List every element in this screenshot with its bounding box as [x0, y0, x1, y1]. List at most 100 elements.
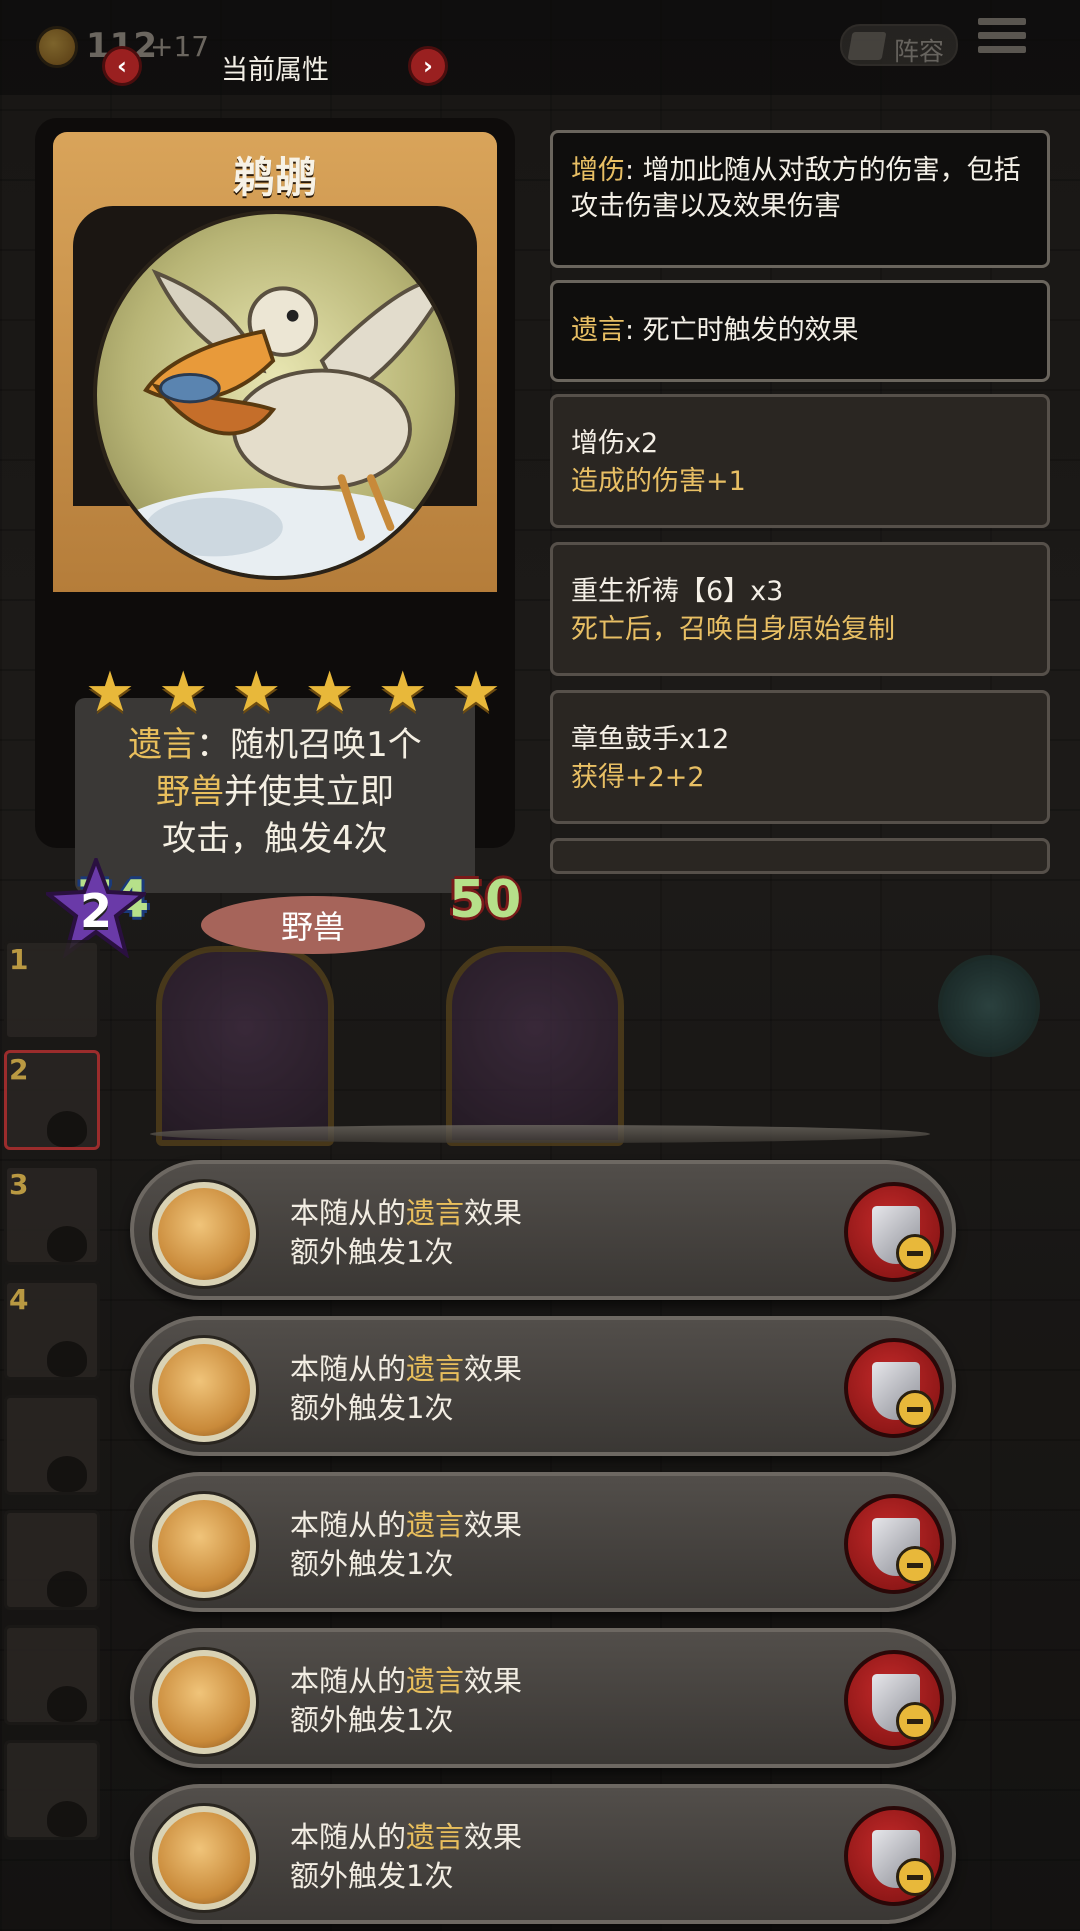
- skull-medal-icon: [152, 1338, 256, 1442]
- remove-effect-button[interactable]: [844, 1182, 944, 1282]
- star-icon: ★: [304, 660, 355, 725]
- roster-slot[interactable]: [4, 1510, 100, 1610]
- prev-button[interactable]: ‹: [102, 46, 142, 86]
- effect-text: 本随从的遗言效果 额外触发1次: [290, 1350, 522, 1428]
- roster-number: 1: [9, 943, 29, 976]
- minus-icon: [896, 1546, 934, 1584]
- effect-text-part: 本随从的: [290, 1664, 407, 1698]
- buff-title: 章鱼鼓手x12: [571, 724, 730, 755]
- effect-line2: 额外触发1次: [290, 1859, 454, 1893]
- buff-panel: 增伤x2 造成的伤害+1: [550, 394, 1050, 528]
- skull-icon: [47, 1801, 87, 1837]
- buff-panel: 章鱼鼓手x12 获得+2+2: [550, 690, 1050, 824]
- effect-keyword: 遗言: [406, 1196, 465, 1230]
- desc-text: ：随机召唤1个: [196, 725, 422, 765]
- keyword-panel: 遗言: 死亡时触发的效果: [550, 280, 1050, 382]
- tribe-label: 野兽: [201, 896, 425, 954]
- effect-list-top-edge: [150, 1125, 930, 1143]
- effect-text-part: 效果: [464, 1820, 523, 1854]
- effect-text: 本随从的遗言效果 额外触发1次: [290, 1194, 522, 1272]
- menu-icon[interactable]: [978, 18, 1026, 62]
- buff-title: 重生祈祷【6】x3: [571, 576, 784, 607]
- effect-text-part: 效果: [464, 1196, 523, 1230]
- buff-desc: 死亡后，召唤自身原始复制: [571, 614, 895, 645]
- effect-text-part: 效果: [464, 1508, 523, 1542]
- star-icon: ★: [84, 660, 136, 725]
- pelican-portrait: [93, 210, 459, 580]
- remove-effect-button[interactable]: [844, 1650, 944, 1750]
- effect-text-part: 本随从的: [290, 1508, 407, 1542]
- effect-keyword: 遗言: [406, 1352, 465, 1386]
- health-value: 50: [449, 870, 522, 930]
- effect-text: 本随从的遗言效果 额外触发1次: [290, 1662, 522, 1740]
- minion-card: 鹈鹕 ★ ★ ★ ★ ★ ★ 遗言：随机召唤1个 野兽并使其立即 攻击，触发4次…: [35, 118, 521, 954]
- effect-line2: 额外触发1次: [290, 1703, 454, 1737]
- minus-icon: [896, 1390, 934, 1428]
- next-button[interactable]: ›: [408, 46, 448, 86]
- roster-slot[interactable]: 2: [4, 1050, 100, 1150]
- keyword-name: 增伤: [571, 155, 625, 186]
- roster-slot[interactable]: [4, 1625, 100, 1725]
- minus-icon: [896, 1858, 934, 1896]
- buff-title: 增伤x2: [571, 428, 659, 459]
- skull-icon: [47, 1571, 87, 1607]
- star-icon: ★: [231, 660, 282, 725]
- effect-text-part: 本随从的: [290, 1196, 407, 1230]
- remove-effect-button[interactable]: [844, 1494, 944, 1594]
- effect-line2: 额外触发1次: [290, 1391, 454, 1425]
- skull-icon: [47, 1341, 87, 1377]
- minus-icon: [896, 1234, 934, 1272]
- effect-keyword: 遗言: [406, 1508, 465, 1542]
- lineup-button[interactable]: 阵容: [840, 24, 958, 66]
- desc-text: 攻击，触发4次: [162, 819, 388, 859]
- keyword-panel: 增伤: 增加此随从对敌方的伤害，包括攻击伤害以及效果伤害: [550, 130, 1050, 268]
- keyword-text: : 增加此随从对敌方的伤害，包括攻击伤害以及效果伤害: [571, 155, 1021, 222]
- lineup-label: 阵容: [894, 37, 945, 66]
- roster-slot[interactable]: 4: [4, 1280, 100, 1380]
- coin-icon: [36, 26, 78, 68]
- effect-row: 本随从的遗言效果 额外触发1次: [130, 1472, 956, 1612]
- minus-icon: [896, 1702, 934, 1740]
- effect-line2: 额外触发1次: [290, 1235, 454, 1269]
- star-rating: ★ ★ ★ ★ ★ ★: [83, 660, 503, 725]
- buff-desc: 造成的伤害+1: [571, 466, 746, 497]
- pelican-illustration: [109, 269, 452, 576]
- remove-effect-button[interactable]: [844, 1806, 944, 1906]
- roster-slot[interactable]: [4, 1740, 100, 1840]
- skull-medal-icon: [152, 1806, 256, 1910]
- effect-text-part: 效果: [464, 1352, 523, 1386]
- desc-text: 并使其立即: [224, 772, 394, 812]
- effect-row: 本随从的遗言效果 额外触发1次: [130, 1784, 956, 1924]
- desc-keyword: 遗言: [128, 725, 197, 765]
- star-icon: ★: [377, 660, 428, 725]
- roster-slot[interactable]: [4, 1395, 100, 1495]
- card-name: 鹈鹕: [232, 153, 317, 202]
- roster-number: 3: [9, 1168, 29, 1201]
- roster-slot[interactable]: 3: [4, 1165, 100, 1265]
- skull-medal-icon: [152, 1650, 256, 1754]
- level-number: 2: [79, 884, 112, 938]
- effect-text-part: 本随从的: [290, 1352, 407, 1386]
- skull-icon: [47, 1686, 87, 1722]
- skull-medal-icon: [152, 1494, 256, 1598]
- remove-effect-button[interactable]: [844, 1338, 944, 1438]
- effect-text-part: 效果: [464, 1664, 523, 1698]
- keyword-text: : 死亡时触发的效果: [625, 315, 859, 346]
- skull-icon: [47, 1226, 87, 1262]
- chevron-left-icon: ‹: [117, 52, 127, 80]
- effect-text: 本随从的遗言效果 额外触发1次: [290, 1506, 522, 1584]
- skull-medal-icon: [152, 1182, 256, 1286]
- keyword-name: 遗言: [571, 315, 625, 346]
- star-icon: ★: [450, 660, 502, 725]
- card-description: 遗言：随机召唤1个 野兽并使其立即 攻击，触发4次: [105, 722, 445, 863]
- buff-desc: 获得+2+2: [571, 762, 705, 793]
- desc-keyword: 野兽: [156, 772, 224, 812]
- buff-panel-partial: [550, 838, 1050, 874]
- effect-text-part: 本随从的: [290, 1820, 407, 1854]
- effect-row: 本随从的遗言效果 额外触发1次: [130, 1628, 956, 1768]
- skull-icon: [47, 1111, 87, 1147]
- effect-line2: 额外触发1次: [290, 1547, 454, 1581]
- buff-panel: 重生祈祷【6】x3 死亡后，召唤自身原始复制: [550, 542, 1050, 676]
- roster-slot[interactable]: 1: [4, 940, 100, 1040]
- star-icon: ★: [158, 660, 209, 725]
